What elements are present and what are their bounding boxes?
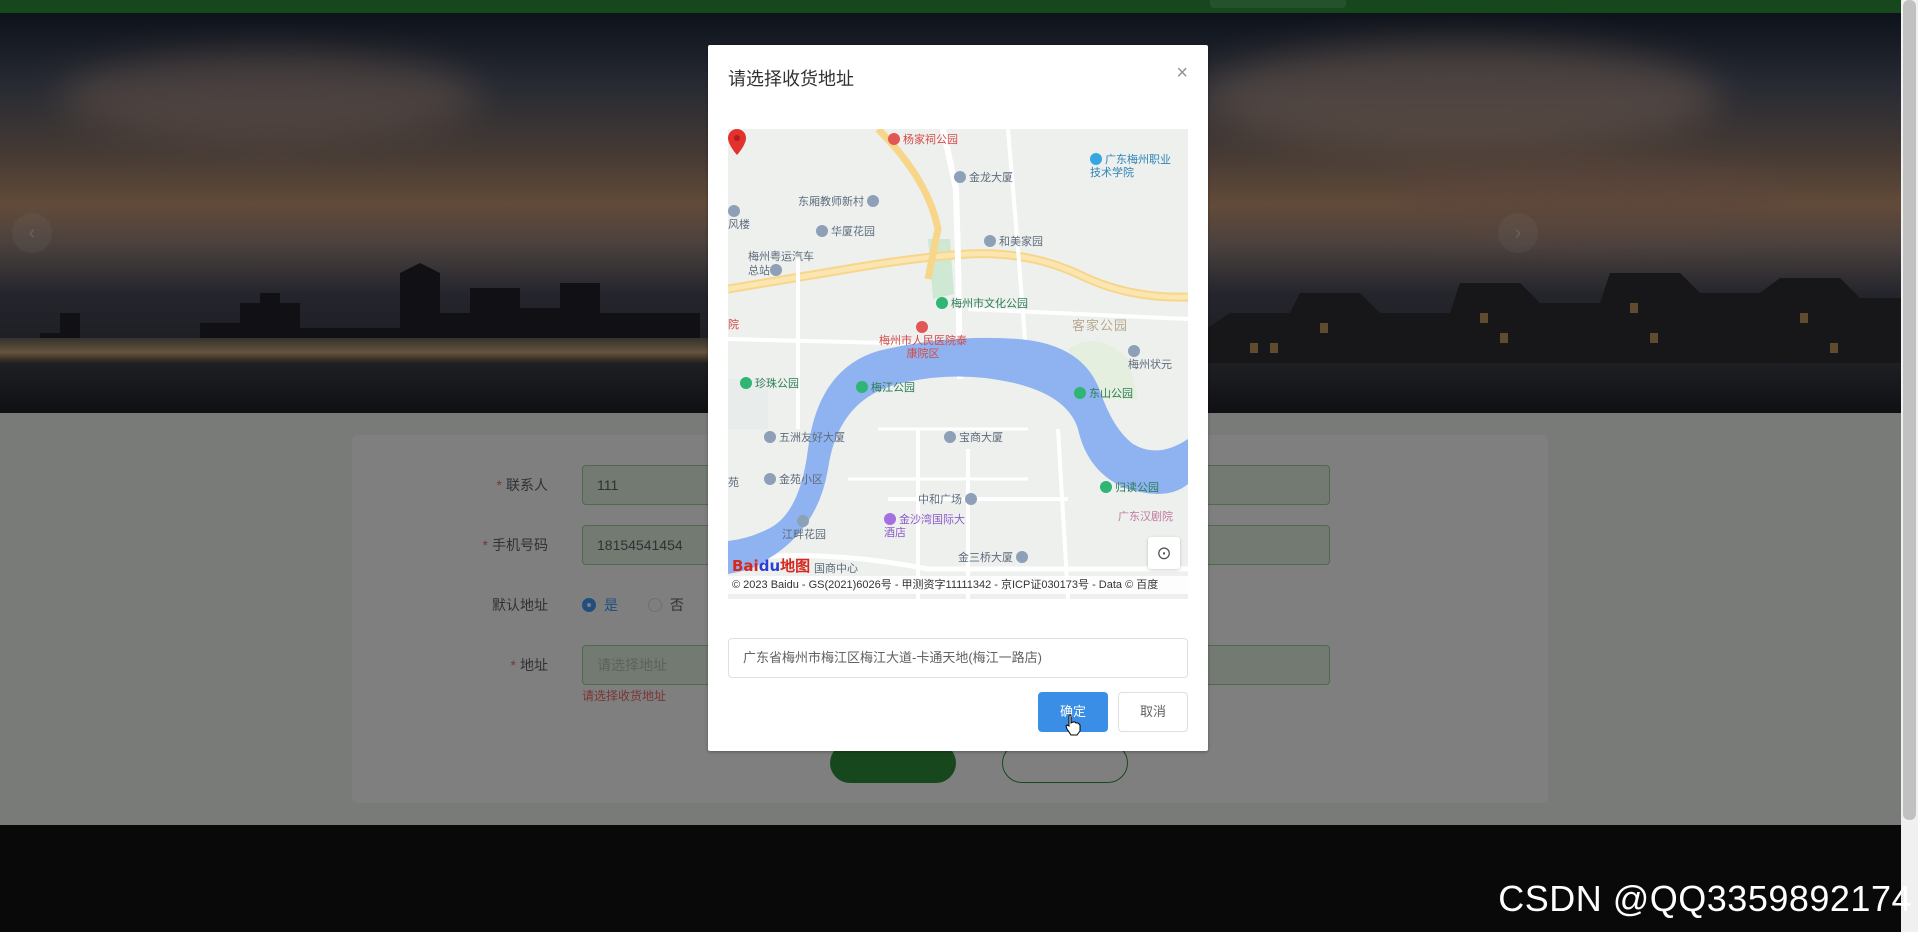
- map-poi[interactable]: 广东梅州职业技术学院: [1090, 153, 1180, 180]
- map-poi[interactable]: 梅州状元: [1128, 345, 1172, 372]
- close-icon[interactable]: ×: [1176, 63, 1188, 83]
- map-poi[interactable]: 梅州市文化公园: [936, 297, 1028, 311]
- map-poi[interactable]: 客家公园: [1072, 319, 1128, 332]
- map-poi[interactable]: 归读公园: [1100, 481, 1159, 495]
- map-poi[interactable]: 院: [728, 319, 739, 332]
- baidu-map[interactable]: 杨家祠公园 广东梅州职业技术学院 金龙大厦 东厢教师新村 风楼 华厦花园 梅州粤…: [728, 129, 1188, 599]
- mouse-pointer-icon: [1065, 714, 1081, 736]
- map-copyright: © 2023 Baidu - GS(2021)6026号 - 甲测资字11111…: [728, 576, 1188, 594]
- cancel-button[interactable]: 取消: [1118, 692, 1188, 732]
- address-picker-dialog: 请选择收货地址 × 杨家祠公园 广东梅州职业技术学院 金龙大厦 东厢教师新村 风…: [708, 45, 1208, 751]
- map-poi[interactable]: 中和广场: [918, 493, 980, 507]
- map-poi[interactable]: 广东汉剧院: [1118, 511, 1173, 524]
- map-poi[interactable]: 东山公园: [1074, 387, 1133, 401]
- map-poi[interactable]: 国商中心: [814, 563, 858, 576]
- map-poi[interactable]: 东厢教师新村: [798, 195, 882, 209]
- map-poi[interactable]: 江畔花园: [782, 515, 826, 542]
- map-poi[interactable]: 梅江公园: [856, 381, 915, 395]
- map-poi[interactable]: 梅州粤运汽车总站: [748, 251, 822, 278]
- map-poi[interactable]: 华厦花园: [816, 225, 875, 239]
- map-poi[interactable]: 金三桥大厦: [958, 551, 1031, 565]
- map-poi[interactable]: 宝商大厦: [944, 431, 1003, 445]
- location-marker-icon[interactable]: [728, 129, 746, 155]
- scrollbar[interactable]: [1901, 0, 1918, 932]
- dialog-title: 请选择收货地址: [728, 69, 854, 89]
- locate-icon[interactable]: ⊙: [1148, 537, 1180, 569]
- selected-address-input[interactable]: 广东省梅州市梅江区梅江大道-卡通天地(梅江一路店): [728, 638, 1188, 678]
- map-poi[interactable]: 杨家祠公园: [888, 133, 958, 147]
- map-poi[interactable]: 金苑小区: [764, 473, 823, 487]
- map-poi[interactable]: 金龙大厦: [954, 171, 1013, 185]
- map-poi[interactable]: 梅州市人民医院泰康院区: [878, 321, 968, 361]
- map-poi[interactable]: 五洲友好大厦: [764, 431, 845, 445]
- map-poi[interactable]: 珍珠公园: [740, 377, 799, 391]
- scrollbar-thumb[interactable]: [1903, 0, 1916, 820]
- map-poi[interactable]: 金沙湾国际大酒店: [884, 513, 966, 540]
- watermark-text: CSDN @QQ3359892174: [1498, 878, 1912, 919]
- map-poi[interactable]: 风楼: [728, 205, 752, 232]
- map-poi[interactable]: 苑: [728, 477, 739, 490]
- map-poi[interactable]: 和美家园: [984, 235, 1043, 249]
- baidu-map-logo: Baidu地图: [732, 557, 811, 575]
